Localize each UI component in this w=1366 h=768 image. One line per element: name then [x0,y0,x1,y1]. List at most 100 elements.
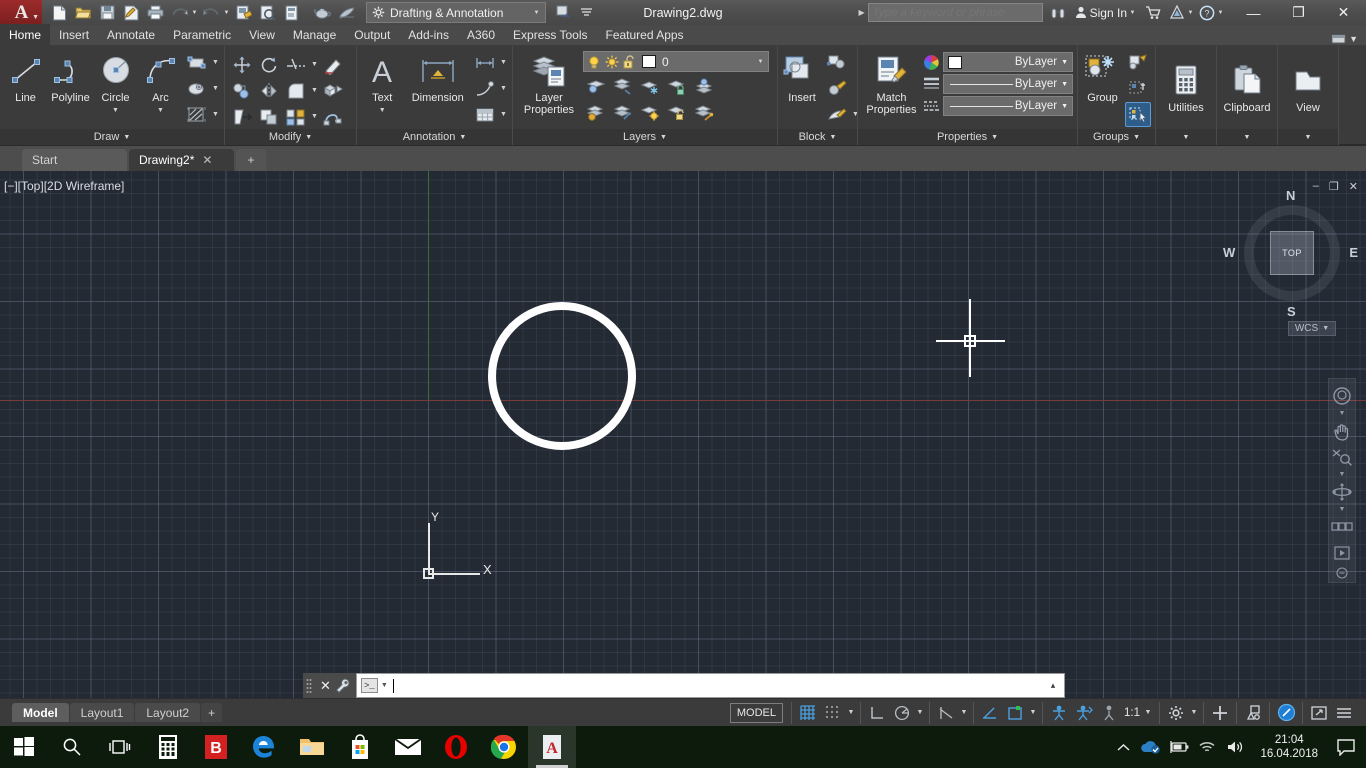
grid-display-toggle[interactable] [796,702,820,724]
ellipse-button[interactable] [184,76,210,101]
chevron-down-icon[interactable]: ▼ [1133,134,1140,141]
redo-button[interactable] [200,2,223,24]
viewport-close-button[interactable]: ✕ [1349,180,1358,193]
layout-tab-layout1[interactable]: Layout1 [69,703,135,722]
command-line-close-button[interactable]: ✕ [320,678,331,694]
command-line-drag-handle[interactable] [303,673,315,698]
create-block-button[interactable] [824,50,850,75]
autodesk-a360-icon[interactable] [1165,2,1188,24]
ungroup-button[interactable] [1125,50,1151,75]
layer-on-button[interactable] [637,100,663,125]
rotate-button[interactable] [256,52,282,77]
current-layer-control[interactable]: 0 ▼ [583,51,769,72]
view-cube-east-label[interactable]: E [1349,245,1358,260]
panel-title-properties[interactable]: Properties ▼ [858,129,1077,145]
chevron-down-icon[interactable]: ▼ [211,85,220,92]
chevron-down-icon[interactable]: ▼ [991,134,998,141]
layer-color-swatch[interactable] [642,55,656,68]
define-attributes-button[interactable] [824,102,850,127]
layer-merge-button[interactable] [691,100,717,125]
autocad-taskbar-icon[interactable]: A [528,726,576,768]
orbit-icon[interactable] [1329,479,1355,505]
chevron-down-icon[interactable]: ▼ [1061,81,1070,88]
autodesk-store-icon[interactable] [1142,2,1165,24]
mail-envelope-icon[interactable] [384,726,432,768]
annotation-visibility-toggle[interactable] [1274,702,1298,724]
plot-style-button[interactable] [335,2,358,24]
snap-mode-toggle[interactable] [821,702,845,724]
viewport-restore-button[interactable]: ❐ [1329,180,1339,193]
utilities-button[interactable]: Utilities [1160,49,1212,114]
layer-unisolate-button[interactable] [583,100,609,125]
customization-menu-button[interactable] [1332,702,1356,724]
chevron-down-icon[interactable]: ▼ [305,134,312,141]
workspace-settings-button[interactable] [552,2,575,24]
isometric-drafting-toggle[interactable] [978,702,1002,724]
clipboard-button[interactable]: Clipboard [1221,49,1273,114]
show-motion-play-icon[interactable] [1329,540,1355,566]
navigation-bar-options-icon[interactable] [1329,566,1355,580]
command-input-area[interactable]: >_ ▼ ▴ [355,673,1065,698]
chevron-down-icon[interactable]: ▼ [1189,709,1199,716]
insert-block-button[interactable]: Insert [782,49,822,104]
viewport-label[interactable]: [−][Top][2D Wireframe] [4,179,124,193]
action-center-button[interactable] [1330,726,1362,768]
toolbar-overflow-button[interactable] [575,2,598,24]
sign-in-button[interactable]: Sign In ▼ [1070,0,1142,25]
chevron-down-icon[interactable]: ▼ [379,105,386,117]
save-drawing-button[interactable] [96,2,119,24]
chevron-down-icon[interactable]: ▼ [381,682,388,689]
chevron-down-icon[interactable]: ▼ [1061,59,1070,66]
close-window-button[interactable]: ✕ [1321,0,1366,25]
task-view-icon[interactable] [96,726,144,768]
view-cube-south-label[interactable]: S [1287,304,1296,319]
chevron-down-icon[interactable]: ▼ [1128,10,1137,16]
tab-manage[interactable]: Manage [284,24,345,45]
drawing-canvas[interactable]: [−][Top][2D Wireframe] – ❐ ✕ Y X TOP N S… [0,171,1366,698]
layer-off-button[interactable] [610,74,636,99]
close-icon[interactable]: ✕ [202,153,212,167]
chevron-down-icon[interactable]: ▼ [310,61,319,68]
mirror-button[interactable] [256,78,282,103]
chevron-down-icon[interactable]: ▼ [112,105,119,117]
chevron-down-icon[interactable]: ▼ [1028,709,1038,716]
explode-group-button[interactable] [283,104,309,129]
plot-button[interactable] [144,2,167,24]
undo-button[interactable] [168,2,191,24]
object-color-row[interactable]: ByLayer ▼ [923,52,1073,72]
layer-isolate-button[interactable] [583,74,609,99]
dynamic-ucs-toggle[interactable] [1003,702,1027,724]
linear-dimension-button[interactable] [472,50,498,75]
wrench-icon[interactable] [335,677,351,694]
file-tab-drawing2[interactable]: Drawing2* ✕ [129,149,234,171]
search-box[interactable]: ▶ [854,2,1043,23]
copy-button[interactable] [229,78,255,103]
battery-icon[interactable] [1166,726,1192,768]
search-input[interactable] [867,3,1043,22]
chevron-down-icon[interactable]: ▼ [1143,709,1153,716]
lineweight-combo[interactable]: ByLayer ▼ [943,74,1073,94]
view-cube-north-label[interactable]: N [1286,188,1295,203]
tab-a360[interactable]: A360 [458,24,504,45]
lineweight-row[interactable]: ByLayer ▼ [923,74,1073,94]
view-cube-west-label[interactable]: W [1223,245,1235,260]
tab-add-ins[interactable]: Add-ins [399,24,458,45]
start-button[interactable] [0,726,48,768]
publish-button[interactable] [232,2,255,24]
layer-match-button[interactable] [610,100,636,125]
explode-button[interactable] [320,104,346,129]
panel-title-utilities[interactable]: ▼ [1156,129,1216,145]
group-button[interactable]: Group [1082,49,1123,104]
rectangle-button[interactable] [184,50,210,75]
graphics-performance-button[interactable] [1208,702,1232,724]
wifi-icon[interactable] [1194,726,1220,768]
command-history-expand-button[interactable]: ▴ [1046,680,1060,691]
drawing-object-circle[interactable] [488,302,636,450]
sun-icon[interactable] [605,55,619,69]
isolate-objects-button[interactable] [1241,702,1265,724]
table-button[interactable] [472,102,498,127]
dynamic-input-toggle[interactable] [1072,702,1096,724]
circle-button[interactable]: Circle ▼ [94,49,137,117]
chevron-down-icon[interactable]: ▼ [756,59,765,65]
file-explorer-folder-icon[interactable] [288,726,336,768]
